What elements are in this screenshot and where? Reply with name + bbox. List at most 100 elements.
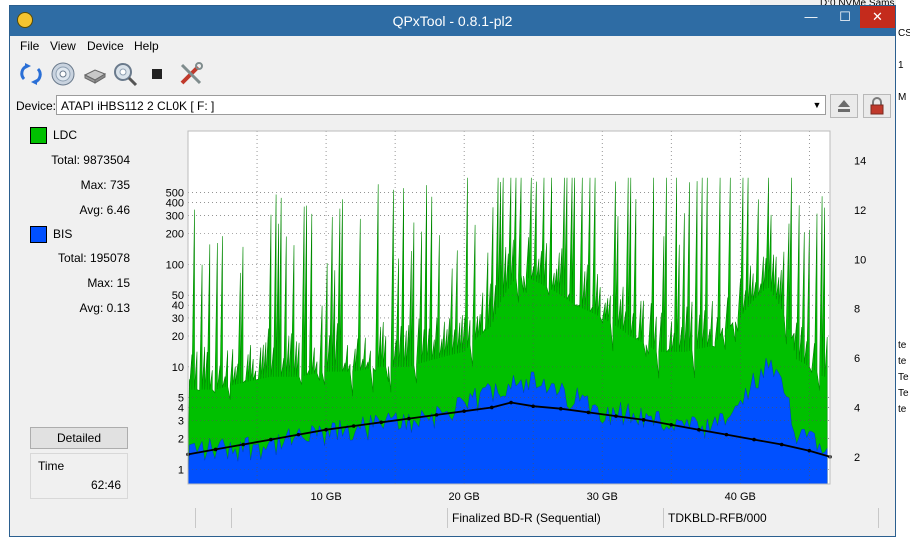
bg-fragment: te	[898, 356, 907, 367]
y-left-tick-label: 200	[166, 229, 184, 241]
tools-button[interactable]	[178, 61, 204, 87]
stop-icon	[152, 69, 162, 79]
detailed-button[interactable]: Detailed	[30, 427, 128, 449]
speed-point	[434, 413, 439, 417]
stop-button[interactable]	[144, 61, 170, 87]
speed-point	[269, 437, 273, 442]
y-left-tick-label: 3	[178, 415, 184, 427]
disc-info-button[interactable]	[50, 61, 76, 87]
maximize-button[interactable]: ☐	[828, 6, 862, 28]
y-right-tick-label: 10	[854, 254, 866, 266]
speed-point	[241, 442, 246, 447]
x-tick-label: 40 GB	[725, 491, 756, 500]
speed-point	[351, 424, 356, 428]
ldc-max: Max: 735	[80, 178, 130, 192]
device-select[interactable]: ATAPI iHBS112 2 CL0K [ F: ] ▼	[56, 95, 826, 115]
y-right-tick-label: 4	[854, 402, 860, 414]
ldc-total: Total: 9873504	[51, 153, 130, 167]
device-select-value: ATAPI iHBS112 2 CL0K [ F: ]	[61, 99, 215, 113]
stats-panel: LDC Total: 9873504 Max: 735 Avg: 6.46 BI…	[10, 121, 135, 501]
time-box: Time 62:46	[30, 453, 128, 499]
menu-bar: File View Device Help	[10, 36, 895, 56]
lock-button[interactable]	[863, 94, 891, 118]
bg-fragment: M	[898, 92, 907, 103]
title-bar[interactable]: QPxTool - 0.8.1-pl2 — ☐ ✕	[10, 6, 895, 36]
status-cell	[231, 508, 447, 528]
close-icon: ✕	[872, 9, 883, 24]
speed-point	[779, 442, 784, 447]
lock-icon	[870, 97, 884, 115]
bis-label: BIS	[53, 227, 73, 241]
speed-point	[489, 405, 494, 410]
x-tick-label: 20 GB	[449, 491, 480, 500]
menu-view[interactable]: View	[50, 39, 76, 53]
speed-point	[379, 420, 384, 425]
speed-point	[752, 437, 756, 442]
tools-icon	[180, 62, 203, 85]
eject-button[interactable]	[830, 94, 858, 118]
bis-max: Max: 15	[87, 276, 130, 290]
status-cell	[195, 508, 231, 528]
chart-svg: 1234510203040501002003004005002468101214…	[166, 130, 866, 503]
ldc-avg: Avg: 6.46	[79, 203, 130, 217]
menu-device[interactable]: Device	[87, 39, 124, 53]
scan-icon	[114, 63, 138, 87]
background-window-edge: CS 1 M te te Te Te te	[896, 0, 910, 542]
bg-fragment: CS	[898, 28, 910, 39]
status-cell	[878, 508, 895, 528]
ldc-label: LDC	[53, 128, 78, 142]
y-left-tick-label: 100	[166, 259, 184, 271]
y-left-tick-label: 10	[172, 362, 184, 374]
bg-fragment: te	[898, 340, 907, 351]
refresh-button[interactable]	[18, 61, 44, 87]
minimize-button[interactable]: —	[794, 6, 828, 28]
speed-point	[697, 427, 701, 432]
window-title: QPxTool - 0.8.1-pl2	[392, 13, 513, 29]
drive-icon	[83, 69, 107, 84]
bis-avg: Avg: 0.13	[79, 301, 130, 315]
x-tick-label: 10 GB	[310, 491, 341, 500]
close-button[interactable]: ✕	[860, 6, 895, 28]
chevron-down-icon[interactable]: ▼	[810, 97, 824, 113]
y-left-tick-label: 20	[172, 331, 184, 343]
status-bar: Finalized BD-R (Sequential) TDKBLD-RFB/0…	[10, 508, 895, 530]
bg-fragment: te	[898, 404, 907, 415]
refresh-icon	[20, 63, 42, 85]
status-cell	[10, 508, 195, 528]
status-media-id: TDKBLD-RFB/000	[663, 508, 878, 528]
y-right-tick-label: 8	[854, 304, 860, 316]
toolbar	[10, 56, 895, 92]
eject-icon	[838, 100, 850, 112]
menu-help[interactable]: Help	[134, 39, 159, 53]
x-tick-label: 30 GB	[587, 491, 618, 500]
time-value: 62:46	[90, 478, 121, 492]
speed-point	[462, 409, 466, 413]
speed-point	[724, 432, 729, 437]
y-right-tick-label: 6	[854, 353, 860, 365]
device-row: Device: ATAPI iHBS112 2 CL0K [ F: ] ▼	[10, 94, 895, 118]
drive-button[interactable]	[82, 61, 108, 87]
y-right-tick-label: 2	[854, 452, 860, 464]
status-disc-type: Finalized BD-R (Sequential)	[447, 508, 663, 528]
error-chart: 1 2 3 4 5 10 20 30 40 50 100 200 300 400 500 2 4 6 8 10 12 14…	[137, 124, 895, 503]
qpxtool-window: QPxTool - 0.8.1-pl2 — ☐ ✕ File View Devi…	[9, 5, 896, 537]
speed-point	[586, 410, 591, 415]
y-right-tick-label: 12	[854, 205, 866, 217]
y-left-tick-label: 50	[172, 290, 184, 302]
scan-button[interactable]	[112, 61, 138, 87]
y-left-tick-label: 300	[166, 210, 184, 222]
y-left-tick-label: 1	[178, 464, 184, 476]
device-label: Device:	[16, 99, 57, 113]
y-left-tick-label: 30	[172, 313, 184, 325]
speed-point	[669, 422, 674, 427]
bg-fragment: Te	[898, 388, 909, 399]
menu-file[interactable]: File	[20, 39, 39, 53]
speed-point	[213, 447, 218, 452]
speed-point	[531, 404, 535, 409]
minimize-icon: —	[804, 9, 818, 24]
speed-point	[509, 400, 513, 405]
disc-info-icon	[51, 62, 75, 86]
bg-fragment: Te	[898, 372, 909, 383]
ldc-color-swatch	[30, 127, 47, 144]
speed-point	[807, 448, 812, 453]
